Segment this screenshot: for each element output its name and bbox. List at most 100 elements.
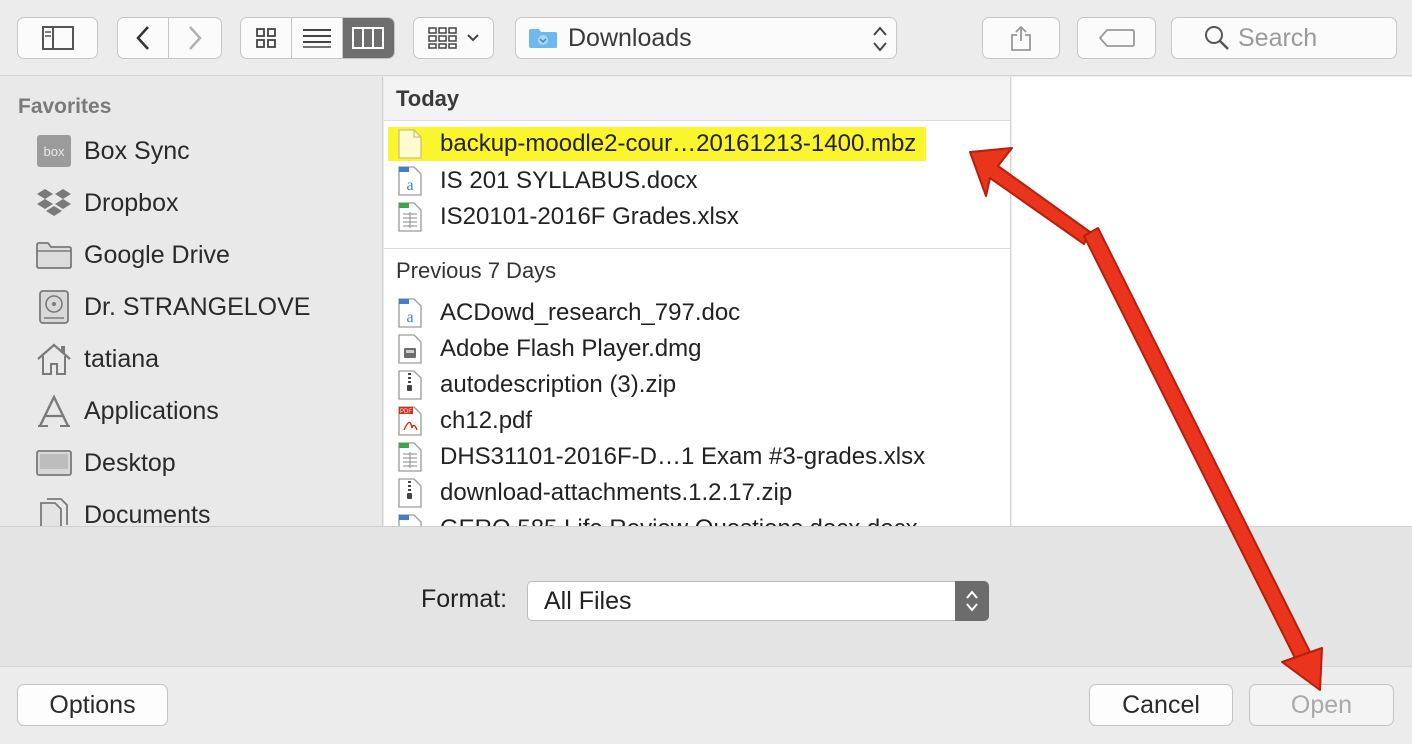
file-row[interactable]: DHS31101-2016F-D…1 Exam #3-grades.xlsx bbox=[396, 440, 925, 474]
file-name: Adobe Flash Player.dmg bbox=[440, 335, 702, 362]
group-heading-today: Today bbox=[384, 77, 1010, 121]
file-row[interactable]: a GERO 585 Life Review Questions.docx.do… bbox=[396, 512, 918, 526]
file-row[interactable]: IS20101-2016F Grades.xlsx bbox=[396, 200, 739, 234]
updown-chevron-icon bbox=[966, 590, 978, 612]
view-mode-group bbox=[240, 17, 395, 59]
location-label: Downloads bbox=[568, 23, 692, 52]
forward-button[interactable] bbox=[169, 18, 221, 58]
sidebar-item-dropbox[interactable]: Dropbox bbox=[34, 183, 179, 223]
list-icon bbox=[303, 29, 331, 48]
format-panel: Format: All Files bbox=[0, 526, 1412, 666]
tag-icon bbox=[1098, 29, 1135, 47]
back-forward-group bbox=[117, 17, 222, 59]
icon-view-button[interactable] bbox=[241, 18, 293, 58]
chevron-down-icon bbox=[466, 34, 479, 42]
file-name: ch12.pdf bbox=[440, 407, 533, 434]
share-button[interactable] bbox=[982, 17, 1060, 59]
sidebar-item-label: Desktop bbox=[84, 448, 176, 477]
arrange-icon bbox=[427, 27, 457, 49]
open-button[interactable]: Open bbox=[1249, 684, 1394, 726]
sidebar-item-desktop[interactable]: Desktop bbox=[34, 443, 176, 483]
svg-text:a: a bbox=[406, 177, 413, 194]
sidebar-item-label: Box Sync bbox=[84, 136, 190, 165]
arrange-button[interactable] bbox=[413, 17, 494, 59]
sidebar-item-label: tatiana bbox=[84, 344, 160, 373]
format-select[interactable]: All Files bbox=[527, 581, 989, 621]
sidebar-item-label: Google Drive bbox=[84, 240, 230, 269]
file-row[interactable]: autodescription (3).zip bbox=[396, 368, 676, 402]
cancel-button[interactable]: Cancel bbox=[1089, 684, 1233, 726]
sidebar-item-tatiana[interactable]: tatiana bbox=[34, 339, 159, 379]
file-name: backup-moodle2-cour…20161213-1400.mbz bbox=[440, 130, 917, 157]
zip-icon bbox=[396, 369, 424, 401]
svg-text:PDF: PDF bbox=[400, 409, 412, 415]
file-column: Today backup-moodle2-cour…20161213-1400.… bbox=[384, 77, 1011, 526]
word-doc-icon: a bbox=[396, 165, 424, 197]
sidebar-item-applications[interactable]: Applications bbox=[34, 391, 219, 431]
disk-image-icon bbox=[396, 333, 424, 365]
file-name: IS20101-2016F Grades.xlsx bbox=[440, 203, 739, 230]
share-icon bbox=[1011, 25, 1031, 51]
sidebar-toggle-button[interactable] bbox=[17, 17, 98, 59]
sidebar-item-dr-strangelove[interactable]: Dr. STRANGELOVE bbox=[34, 287, 310, 327]
file-name: GERO 585 Life Review Questions.docx.docx bbox=[440, 515, 918, 526]
pdf-icon: PDF bbox=[396, 405, 424, 437]
spreadsheet-icon bbox=[396, 441, 424, 473]
file-row[interactable]: PDF ch12.pdf bbox=[396, 404, 532, 438]
search-placeholder: Search bbox=[1238, 23, 1318, 52]
location-popup[interactable]: Downloads bbox=[515, 17, 897, 59]
folder-icon bbox=[34, 236, 74, 274]
group-heading-previous: Previous 7 Days bbox=[384, 248, 1010, 292]
columns-icon bbox=[352, 27, 385, 49]
applications-icon bbox=[34, 392, 74, 430]
file-name: DHS31101-2016F-D…1 Exam #3-grades.xlsx bbox=[440, 443, 926, 470]
generic-file-icon bbox=[396, 128, 424, 160]
file-row[interactable]: download-attachments.1.2.17.zip bbox=[396, 476, 792, 510]
file-row[interactable]: Adobe Flash Player.dmg bbox=[396, 332, 701, 366]
file-name: IS 201 SYLLABUS.docx bbox=[440, 167, 698, 194]
svg-text:a: a bbox=[406, 309, 413, 326]
sidebar-item-label: Documents bbox=[84, 500, 211, 527]
spreadsheet-icon bbox=[396, 201, 424, 233]
downloads-folder-icon bbox=[529, 29, 557, 48]
sidebar-heading: Favorites bbox=[18, 95, 112, 118]
sidebar-item-documents[interactable]: Documents bbox=[34, 495, 210, 526]
sidebar: Favorites box Box Sync Dropbox Google Dr… bbox=[0, 77, 383, 526]
list-view-button[interactable] bbox=[292, 18, 343, 58]
format-label: Format: bbox=[421, 585, 508, 613]
word-doc-icon: a bbox=[396, 297, 424, 329]
back-button[interactable] bbox=[118, 18, 170, 58]
bottom-bar: Options Cancel Open bbox=[0, 666, 1412, 744]
sidebar-item-label: Applications bbox=[84, 396, 219, 425]
chevron-right-icon bbox=[189, 26, 202, 50]
hard-drive-icon bbox=[34, 288, 74, 326]
file-row[interactable]: a ACDowd_research_797.doc bbox=[396, 296, 740, 330]
documents-icon bbox=[34, 496, 74, 526]
home-icon bbox=[34, 340, 74, 378]
dropbox-icon bbox=[34, 184, 74, 222]
preview-pane bbox=[1012, 77, 1412, 526]
tag-button[interactable] bbox=[1077, 17, 1156, 59]
svg-text:box: box bbox=[44, 144, 65, 159]
desktop-icon bbox=[34, 444, 74, 482]
search-field[interactable]: Search bbox=[1171, 17, 1397, 59]
sidebar-icon bbox=[41, 26, 74, 50]
toolbar: Downloads Search bbox=[0, 0, 1412, 76]
chevron-left-icon bbox=[136, 26, 149, 50]
column-view-button[interactable] bbox=[342, 18, 394, 58]
sidebar-item-box-sync[interactable]: box Box Sync bbox=[34, 131, 190, 171]
updown-chevron-icon bbox=[873, 26, 887, 52]
box-icon: box bbox=[34, 132, 74, 170]
format-stepper bbox=[955, 581, 989, 621]
zip-icon bbox=[396, 477, 424, 509]
sidebar-item-google-drive[interactable]: Google Drive bbox=[34, 235, 230, 275]
sidebar-item-label: Dr. STRANGELOVE bbox=[84, 292, 311, 321]
options-button[interactable]: Options bbox=[17, 684, 168, 726]
grid-icon bbox=[256, 28, 277, 48]
word-doc-icon: a bbox=[396, 513, 424, 526]
file-name: download-attachments.1.2.17.zip bbox=[440, 479, 793, 506]
file-row[interactable]: a IS 201 SYLLABUS.docx bbox=[396, 164, 697, 198]
sidebar-item-label: Dropbox bbox=[84, 188, 179, 217]
file-row[interactable]: backup-moodle2-cour…20161213-1400.mbz bbox=[388, 127, 927, 161]
search-icon bbox=[1205, 26, 1229, 50]
